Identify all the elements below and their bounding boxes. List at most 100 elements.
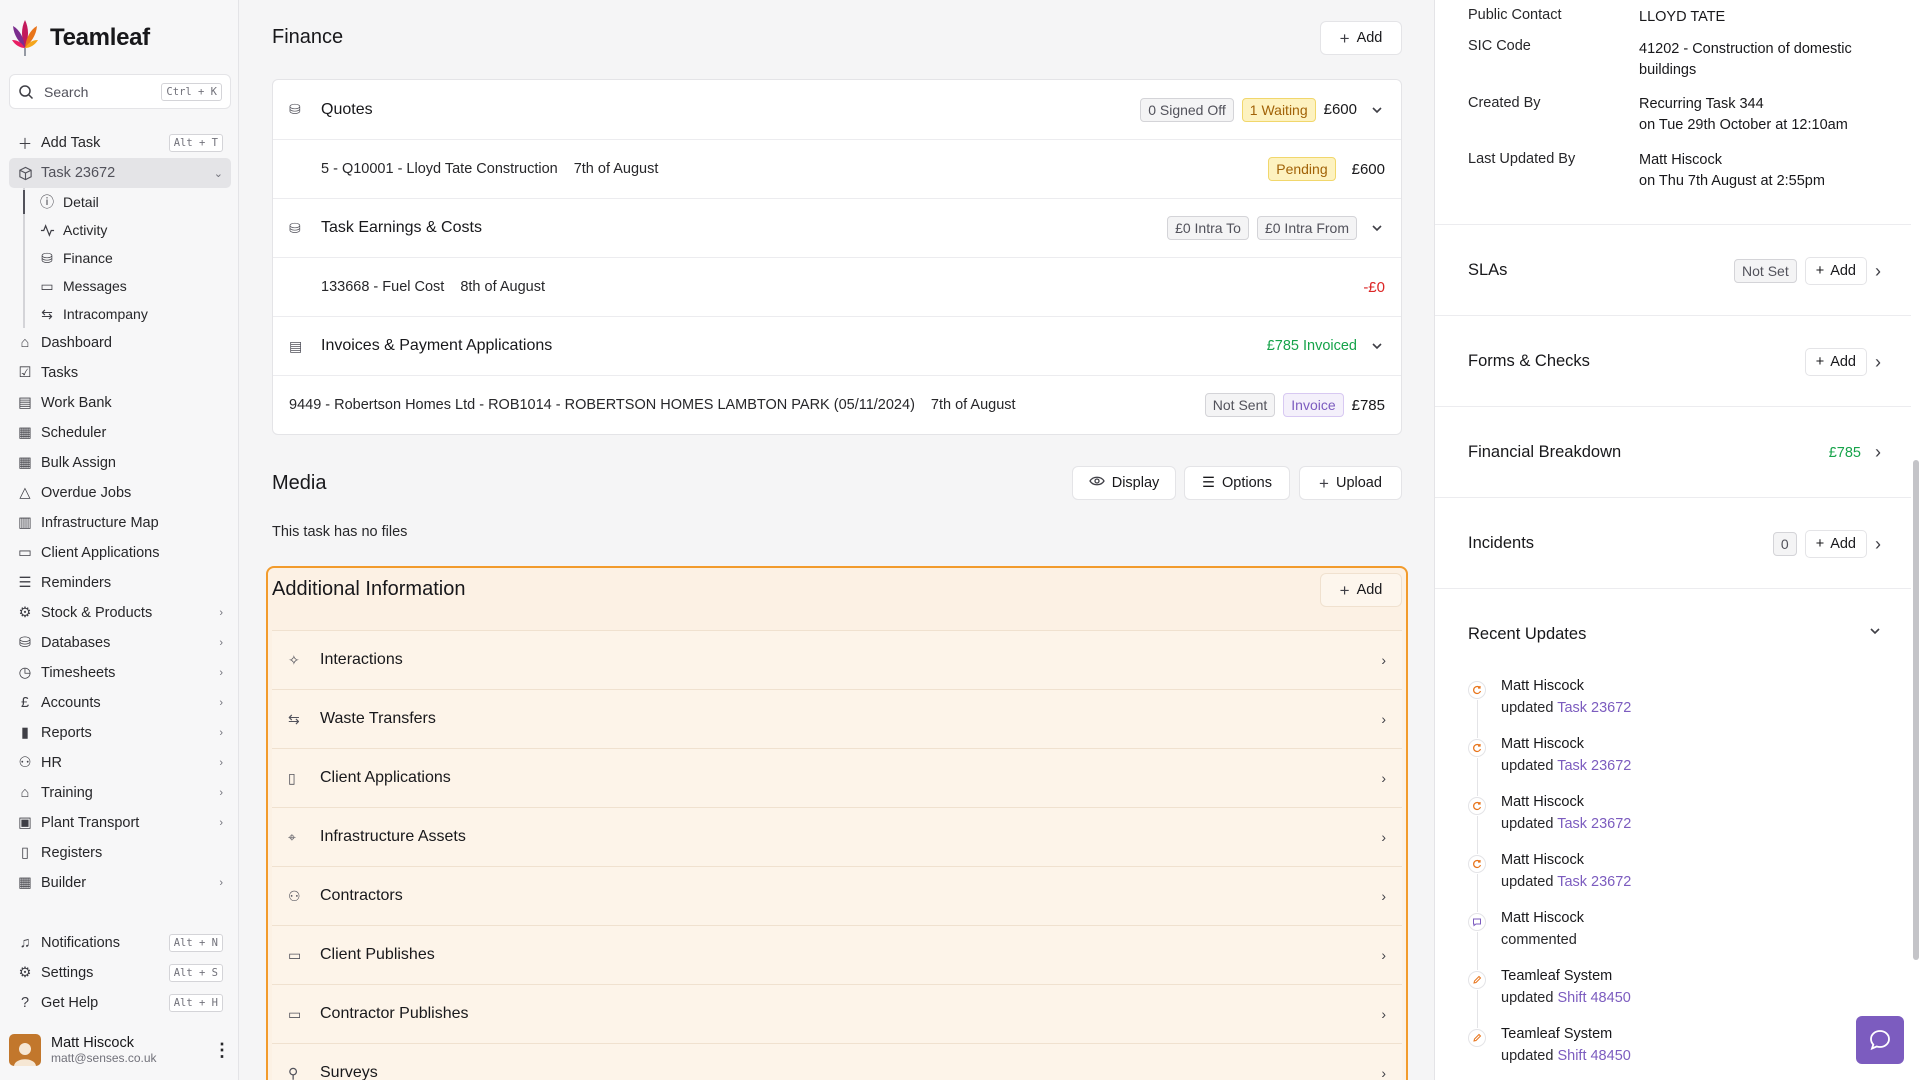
nav-timesheets[interactable]: ◷ Timesheets › [9,658,231,688]
display-button[interactable]: Display [1072,466,1176,500]
nav-scheduler[interactable]: ▦ Scheduler [9,418,231,448]
row-title: Contractors [320,887,403,904]
subnav-activity[interactable]: Activity [37,216,231,244]
earnings-row[interactable]: ⛁ Task Earnings & Costs £0 Intra To £0 I… [273,198,1401,257]
brand-logo[interactable]: Teamleaf [10,18,150,58]
update-link[interactable]: Shift 48450 [1557,1048,1630,1064]
row-waste-transfers[interactable]: ⇆ Waste Transfers › [272,689,1402,748]
forms-checks-section[interactable]: Forms & Checks + Add › [1435,315,1911,406]
recent-updates-toggle[interactable] [1869,625,1881,637]
nav-reminders[interactable]: ☰ Reminders [9,568,231,598]
quotes-title: Quotes [321,100,373,118]
update-link[interactable]: Task 23672 [1557,758,1631,774]
row-contractors[interactable]: ⚇ Contractors › [272,866,1402,925]
nav-work-bank[interactable]: ▤ Work Bank [9,388,231,418]
row-interactions[interactable]: ✧ Interactions › [272,630,1402,689]
update-author: Teamleaf System [1501,968,1613,984]
nav-get-help[interactable]: ? Get Help Alt + H [9,988,231,1018]
more-menu-icon[interactable]: ⋮ [213,1040,231,1061]
sic-code-label: SIC Code [1468,38,1531,54]
button-label: Add [1830,354,1856,370]
nav-reports[interactable]: ▮ Reports › [9,718,231,748]
user-profile[interactable]: Matt Hiscock matt@senses.co.uk ⋮ [9,1030,231,1070]
timeline-item[interactable]: Matt Hiscock updated Task 23672 [1468,733,1888,796]
invoiced-total: £785 Invoiced [1266,338,1357,354]
nav-accounts[interactable]: £ Accounts › [9,688,231,718]
invoice-item-row[interactable]: 9449 - Robertson Homes Ltd - ROB1014 - R… [273,375,1401,434]
public-contact-label: Public Contact [1468,7,1562,23]
nav-tasks[interactable]: ☑ Tasks [9,358,231,388]
incidents-add-button[interactable]: + Add [1804,530,1867,558]
chevron-down-icon[interactable] [1371,340,1385,352]
bottom-nav: ♫ Notifications Alt + N ⚙ Settings Alt + S ?… [9,928,231,1018]
financial-breakdown-section[interactable]: Financial Breakdown £785 › [1435,406,1911,497]
row-client-applications[interactable]: ▯ Client Applications › [272,748,1402,807]
timeline-item[interactable]: Matt Hiscock updated Task 23672 [1468,849,1888,912]
subnav-finance[interactable]: ⛁ Finance [37,244,231,272]
nav-bulk-assign[interactable]: ▦ Bulk Assign [9,448,231,478]
user-silhouette-icon [14,1043,36,1066]
row-surveys[interactable]: ⚲ Surveys › [272,1043,1402,1080]
sla-add-button[interactable]: + Add [1804,257,1867,285]
breakdown-value: £785 [1828,444,1861,461]
chat-support-button[interactable] [1856,1016,1904,1064]
row-client-publishes[interactable]: ▭ Client Publishes › [272,925,1402,984]
task-subnav: ⓘ Detail Activity ⛁ Finance ▭ Messages ⇆ Int… [23,188,231,328]
chevron-down-icon[interactable] [1371,104,1385,116]
nav-infrastructure-map[interactable]: ▥ Infrastructure Map [9,508,231,538]
update-link[interactable]: Task 23672 [1557,816,1631,832]
chevron-down-icon[interactable] [1371,222,1385,234]
timeline-item[interactable]: Matt Hiscock updated Task 23672 [1468,791,1888,854]
shortcut-badge: Alt + H [168,994,223,1012]
quotes-row[interactable]: ⛁ Quotes 0 Signed Off 1 Waiting £600 [273,80,1401,139]
options-button[interactable]: ☰ Options [1184,466,1290,500]
earning-item-row[interactable]: 133668 - Fuel Cost 8th of August -£0 [273,257,1401,316]
nav-client-applications[interactable]: ▭ Client Applications [9,538,231,568]
button-label: Options [1222,475,1272,491]
timeline-item[interactable]: Matt Hiscock updated Task 23672 [1468,675,1888,738]
nav-settings[interactable]: ⚙ Settings Alt + S [9,958,231,988]
nav-add-task[interactable]: ＋ Add Task Alt + T [9,128,231,158]
nav-builder[interactable]: ▦ Builder › [9,868,231,898]
incidents-section[interactable]: Incidents 0 + Add › [1435,497,1911,588]
slas-section[interactable]: SLAs Not Set + Add › [1435,224,1911,315]
subnav-intracompany[interactable]: ⇆ Intracompany [37,300,231,328]
nav-notifications[interactable]: ♫ Notifications Alt + N [9,928,231,958]
nav-stock-products[interactable]: ⚙ Stock & Products › [9,598,231,628]
invoices-row[interactable]: ▤ Invoices & Payment Applications £785 I… [273,316,1401,375]
scrollbar[interactable] [1913,460,1919,960]
nav-dashboard[interactable]: ⌂ Dashboard [9,328,231,358]
nav-plant-transport[interactable]: ▣ Plant Transport › [9,808,231,838]
row-infrastructure-assets[interactable]: ⌖ Infrastructure Assets › [272,807,1402,866]
chevron-right-icon: › [219,877,223,889]
quote-item-row[interactable]: 5 - Q10001 - Lloyd Tate Construction 7th… [273,139,1401,198]
timeline-item[interactable]: Teamleaf System updated Shift 48450 [1468,965,1888,1028]
timeline-item[interactable]: Teamleaf System updated Shift 48450 [1468,1023,1888,1080]
update-link[interactable]: Shift 48450 [1557,990,1630,1006]
nav-task-current[interactable]: Task 23672 ⌄ [9,158,231,188]
nav-hr[interactable]: ⚇ HR › [9,748,231,778]
update-link[interactable]: Task 23672 [1557,874,1631,890]
nav-databases[interactable]: ⛁ Databases › [9,628,231,658]
subnav-messages[interactable]: ▭ Messages [37,272,231,300]
update-author: Matt Hiscock [1501,736,1584,752]
forms-add-button[interactable]: + Add [1804,348,1867,376]
additional-add-button[interactable]: + Add [1320,573,1402,607]
database-icon: ⛁ [18,635,32,651]
update-link[interactable]: Task 23672 [1557,700,1631,716]
search-label: Search [44,83,89,100]
subnav-detail[interactable]: ⓘ Detail [37,188,231,216]
upload-button[interactable]: + Upload [1299,466,1402,500]
finance-add-button[interactable]: + Add [1320,21,1402,55]
nav-overdue-jobs[interactable]: △ Overdue Jobs [9,478,231,508]
updated-by-when: on Thu 7th August at 2:55pm [1639,173,1825,189]
users-icon: ⚇ [18,755,32,771]
nav-training[interactable]: ⌂ Training › [9,778,231,808]
timeline-item[interactable]: Matt Hiscock commented [1468,907,1888,970]
details-sidebar: Public Contact LLOYD TATE SIC Code 41202… [1434,0,1920,1080]
nav-registers[interactable]: ▯ Registers [9,838,231,868]
quote-description: 5 - Q10001 - Lloyd Tate Construction [321,161,558,177]
plus-icon: + [1815,536,1825,552]
row-contractor-publishes[interactable]: ▭ Contractor Publishes › [272,984,1402,1043]
search-box[interactable]: Search Ctrl + K [9,74,231,109]
